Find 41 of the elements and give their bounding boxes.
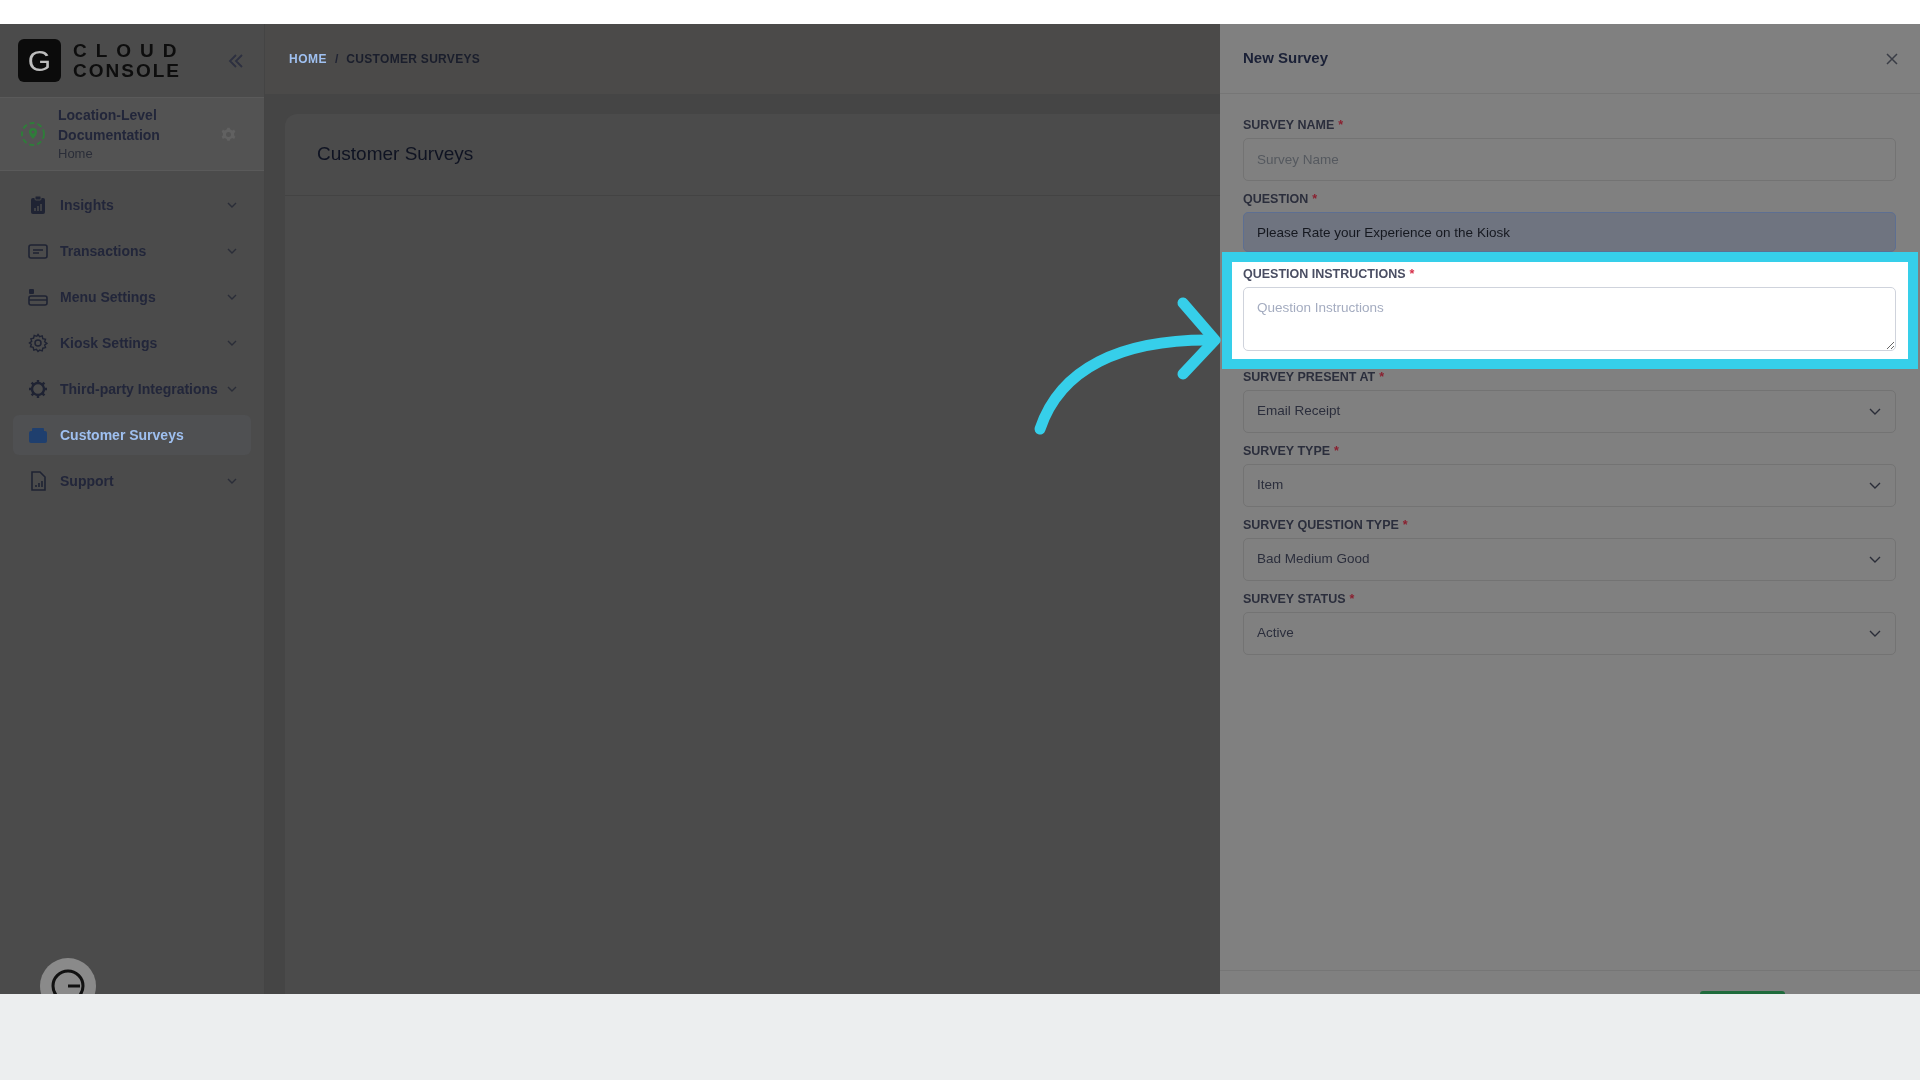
menu-card-icon — [28, 287, 48, 307]
briefcase-icon — [28, 425, 48, 445]
chevron-down-icon — [227, 478, 237, 484]
chevron-down-icon — [1869, 630, 1881, 637]
chevron-down-icon — [1869, 482, 1881, 489]
clipboard-chart-icon — [28, 195, 48, 215]
field-label: SURVEY NAME * — [1243, 117, 1345, 133]
logo-text: CONSOLE — [73, 60, 182, 81]
field-label: SURVEY QUESTION TYPE * — [1243, 517, 1409, 533]
chevron-down-icon — [227, 248, 237, 254]
collapse-icon[interactable] — [228, 53, 244, 68]
chevron-down-icon — [1869, 556, 1881, 563]
select-field[interactable]: Item — [1243, 464, 1896, 507]
chevron-down-icon — [227, 386, 237, 392]
page-title: Customer Surveys — [317, 142, 474, 167]
field-label: QUESTION INSTRUCTIONS * — [1243, 266, 1416, 282]
close-icon[interactable] — [1886, 52, 1898, 65]
logo-text: CLOUD — [73, 40, 186, 61]
select-field[interactable]: Email Receipt — [1243, 390, 1896, 433]
select-field[interactable]: Bad Medium Good — [1243, 538, 1896, 581]
location-pin-icon — [20, 121, 46, 147]
receipt-icon — [28, 241, 48, 261]
field-label: QUESTION * — [1243, 191, 1319, 207]
nav-item[interactable]: Customer Surveys — [13, 415, 251, 455]
field-label: SURVEY STATUS * — [1243, 591, 1356, 607]
field-label: SURVEY PRESENT AT * — [1243, 369, 1386, 385]
input-field[interactable]: Please Rate your Experience on the Kiosk — [1243, 212, 1896, 252]
logo-mark: G — [18, 39, 61, 82]
panel-title: New Survey — [1243, 48, 1329, 69]
settings-icon — [28, 333, 48, 353]
footer-button[interactable] — [1700, 991, 1785, 994]
gear-icon — [28, 379, 48, 399]
breadcrumb-separator: / — [335, 51, 339, 68]
breadcrumb-link[interactable]: HOME — [289, 50, 327, 68]
chevron-down-icon — [1869, 408, 1881, 415]
chevron-down-icon — [227, 294, 237, 300]
chevron-down-icon — [227, 202, 237, 208]
field-label: SURVEY TYPE * — [1243, 443, 1340, 459]
select-field[interactable]: Active — [1243, 612, 1896, 655]
document-chart-icon — [28, 471, 48, 491]
chevron-down-icon — [227, 340, 237, 346]
